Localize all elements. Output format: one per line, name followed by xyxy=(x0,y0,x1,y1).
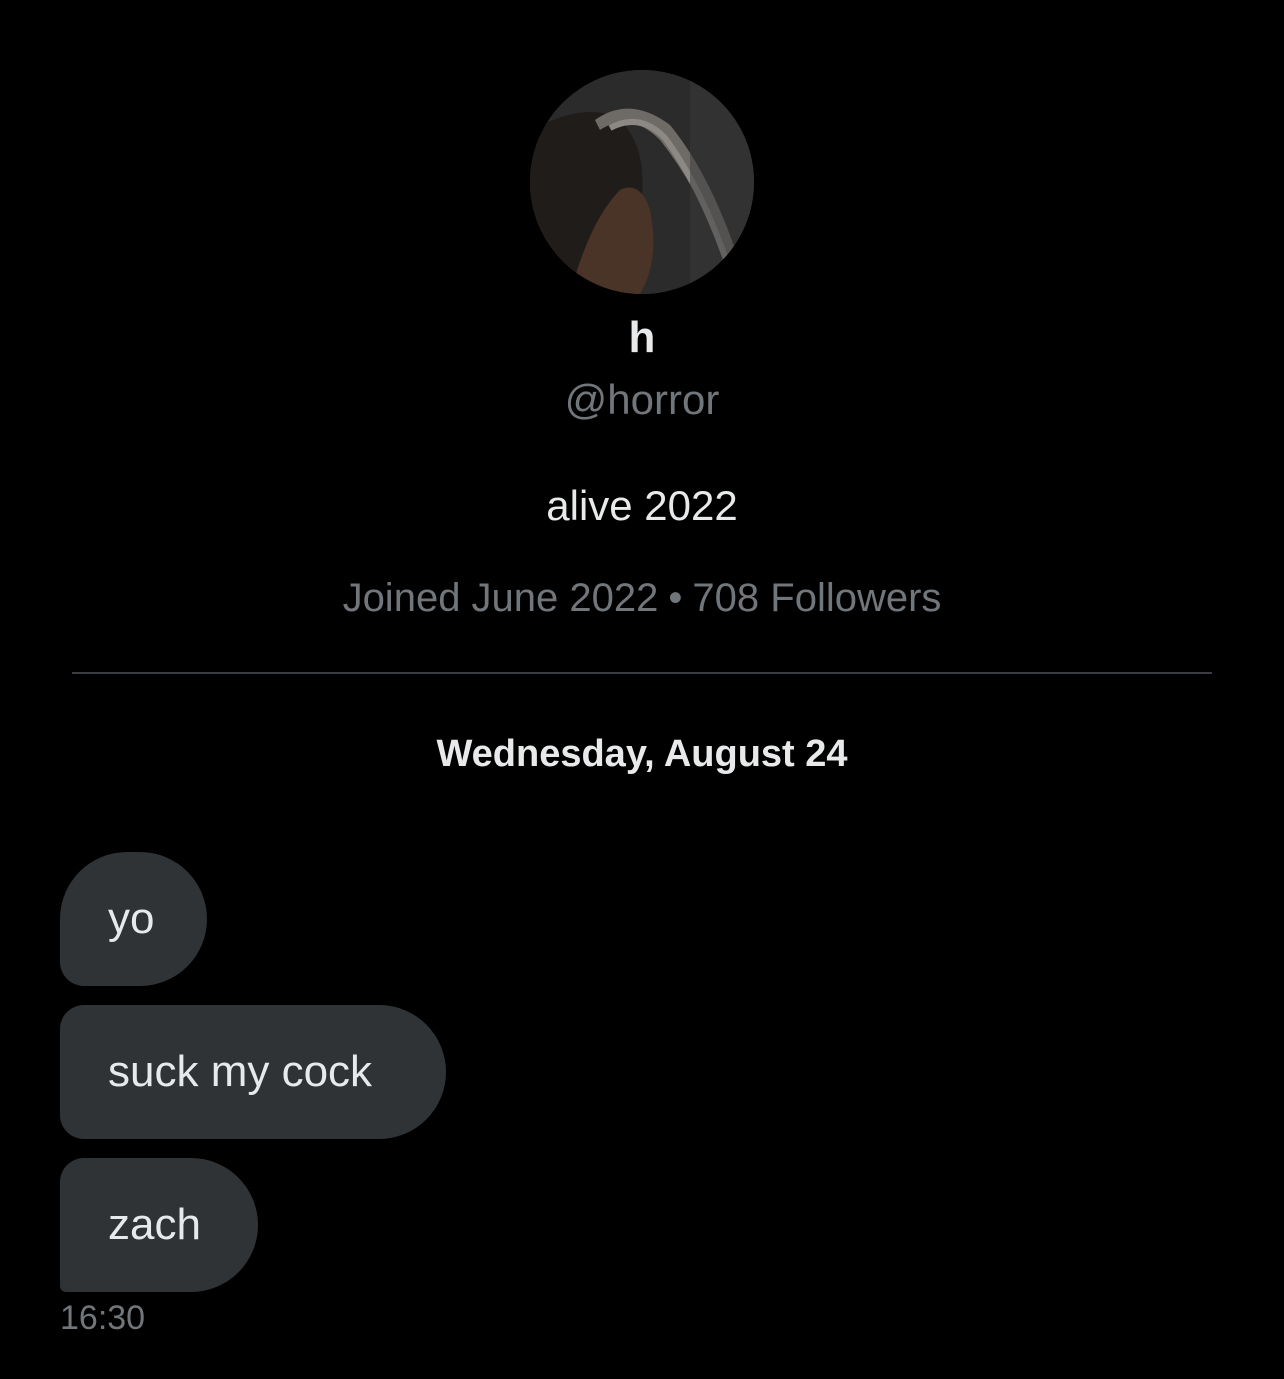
message-bubble[interactable]: suck my cock xyxy=(60,1005,446,1139)
message-bubble[interactable]: yo xyxy=(60,852,207,986)
message-timestamp: 16:30 xyxy=(60,1299,146,1337)
section-divider xyxy=(72,672,1212,674)
date-separator: Wednesday, August 24 xyxy=(436,733,848,775)
profile-display-name[interactable]: h xyxy=(0,312,1284,364)
profile-avatar[interactable] xyxy=(530,70,754,294)
profile-meta: Joined June 2022 • 708 Followers xyxy=(0,572,1284,624)
profile-handle: @horror xyxy=(564,376,720,423)
profile-bio: alive 2022 xyxy=(546,482,738,529)
avatar-image xyxy=(530,70,754,294)
message-bubble[interactable]: zach xyxy=(60,1158,258,1292)
meta-separator: • xyxy=(668,576,683,620)
joined-date: Joined June 2022 xyxy=(342,576,659,620)
followers-count[interactable]: 708 Followers xyxy=(692,576,941,620)
